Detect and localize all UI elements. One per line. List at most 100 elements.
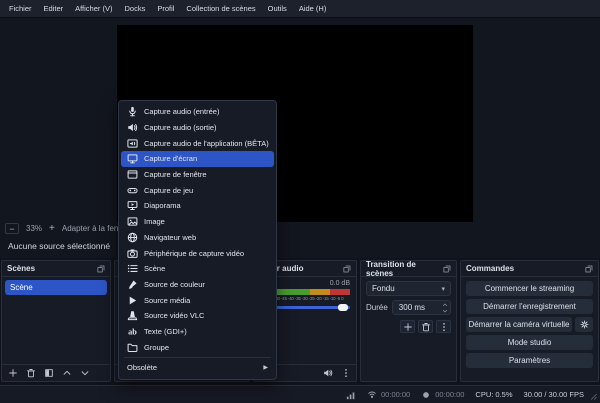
popout-icon[interactable]: [585, 265, 593, 273]
menu-item-label: Source de couleur: [144, 280, 205, 289]
spinner-arrows[interactable]: [442, 302, 448, 314]
obs-window: FichierEditerAfficher (V)DocksProfilColl…: [0, 0, 600, 403]
menu-item-groupe[interactable]: Groupe: [121, 339, 274, 355]
menubar-item-aide-h[interactable]: Aide (H): [293, 0, 333, 18]
virtual-camera-settings-button[interactable]: [575, 317, 593, 332]
plus-icon: [8, 368, 18, 378]
dock-area: Scènes Scène Sources Mixer audio 0.0 dB: [0, 260, 600, 383]
stream-time-group: 00:00:00: [367, 390, 410, 400]
speaker-icon: [323, 368, 333, 378]
menu-item-capture-de-jeu[interactable]: Capture de jeu: [121, 182, 274, 198]
menu-item-source-video-vlc[interactable]: Source vidéo VLC: [121, 308, 274, 324]
trash-button[interactable]: [418, 320, 433, 333]
stream-time: 00:00:00: [381, 390, 410, 399]
volume-slider-handle[interactable]: [338, 304, 348, 311]
fps-counter: 30.00 / 30.00 FPS: [524, 390, 584, 399]
menu-item-capture-audio-entree[interactable]: Capture audio (entrée): [121, 104, 274, 120]
speaker-button[interactable]: [320, 367, 335, 380]
scene-list: Scène: [2, 280, 110, 295]
dots-button[interactable]: [338, 367, 353, 380]
up-button[interactable]: [59, 367, 74, 380]
slideshow-icon: [127, 200, 138, 211]
globe-icon: [127, 232, 138, 243]
menubar-item-editer[interactable]: Editer: [38, 0, 70, 18]
menu-item-navigateur-web[interactable]: Navigateur web: [121, 230, 274, 246]
menu-item-capture-d-ecran[interactable]: Capture d'écran: [121, 151, 274, 167]
zoom-out-button[interactable]: −: [5, 223, 19, 234]
zoom-in-button[interactable]: +: [49, 223, 55, 234]
trash-icon: [421, 322, 431, 332]
demarrer-l-enregistrement-button[interactable]: Démarrer l'enregistrement: [466, 299, 593, 314]
scenes-toolbar: [2, 364, 110, 381]
menu-item-label: Capture de jeu: [144, 186, 193, 195]
menu-item-source-de-couleur[interactable]: Source de couleur: [121, 277, 274, 293]
trash-button[interactable]: [23, 367, 38, 380]
scene-list-item[interactable]: Scène: [5, 280, 107, 295]
popout-icon: [97, 265, 105, 273]
menu-item-diaporama[interactable]: Diaporama: [121, 198, 274, 214]
down-button[interactable]: [77, 367, 92, 380]
source-status-text: Aucune source sélectionné: [8, 241, 110, 251]
menubar-item-profil[interactable]: Profil: [151, 0, 180, 18]
grip-icon: [588, 391, 598, 401]
transition-selected-value: Fondu: [372, 284, 395, 293]
resize-grip-icon[interactable]: [588, 391, 598, 401]
menubar-item-docks[interactable]: Docks: [118, 0, 151, 18]
text-icon: ab: [127, 326, 138, 337]
menu-item-label: Texte (GDI+): [144, 327, 187, 336]
submenu-arrow-icon: ▶: [263, 364, 268, 371]
menu-item-peripherique-de-capture-video[interactable]: Périphérique de capture vidéo: [121, 245, 274, 261]
duration-label: Durée: [366, 303, 388, 312]
menu-item-source-media[interactable]: Source média: [121, 292, 274, 308]
demarrer-la-camera-virtuelle-button[interactable]: Démarrer la caméra virtuelle: [466, 317, 572, 332]
down-icon: [442, 308, 448, 314]
menubar-item-outils[interactable]: Outils: [262, 0, 293, 18]
popout-icon[interactable]: [343, 265, 351, 273]
menubar-item-fichier[interactable]: Fichier: [3, 0, 38, 18]
menu-item-label: Source vidéo VLC: [144, 311, 204, 320]
cpu-usage: CPU: 0.5%: [475, 390, 512, 399]
record-icon: [421, 390, 431, 400]
commencer-le-streaming-button[interactable]: Commencer le streaming: [466, 281, 593, 296]
popout-icon[interactable]: [443, 265, 451, 273]
popout-icon[interactable]: [97, 265, 105, 273]
menubar-item-afficher-v[interactable]: Afficher (V): [69, 0, 118, 18]
menu-item-scene[interactable]: Scène: [121, 261, 274, 277]
up-icon: [62, 368, 72, 378]
filter-button[interactable]: [41, 367, 56, 380]
mode-studio-button[interactable]: Mode studio: [466, 335, 593, 350]
gamepad-icon: [127, 185, 138, 196]
menu-item-label: Capture audio (sortie): [144, 123, 217, 132]
play-icon: [127, 295, 138, 306]
menu-item-capture-audio-sortie[interactable]: Capture audio (sortie): [121, 120, 274, 136]
dots-button[interactable]: [436, 320, 451, 333]
menu-item-label: Image: [144, 217, 165, 226]
popout-icon: [343, 265, 351, 273]
app-audio-icon: [127, 138, 138, 149]
plus-button[interactable]: [400, 320, 415, 333]
menu-item-image[interactable]: Image: [121, 214, 274, 230]
parametres-button[interactable]: Paramètres: [466, 353, 593, 368]
duration-spinner[interactable]: 300 ms: [392, 300, 451, 315]
mic-icon: [127, 106, 138, 117]
context-menu: Capture audio (entrée) Capture audio (sor…: [118, 100, 277, 380]
scenes-panel: Scènes Scène: [1, 260, 111, 382]
record-time: 00:00:00: [435, 390, 464, 399]
menu-item-label: Obsolète: [127, 363, 157, 372]
menu-item-obsolete[interactable]: Obsolète ▶: [121, 360, 274, 376]
signal-bars-icon: [346, 390, 356, 400]
menu-item-label: Diaporama: [144, 201, 181, 210]
down-icon: [80, 368, 90, 378]
gear-icon: [580, 320, 589, 329]
window-icon: [127, 169, 138, 180]
folder-icon: [127, 342, 138, 353]
transition-select[interactable]: Fondu ▾: [366, 281, 451, 296]
menubar-item-collection-de-scenes[interactable]: Collection de scènes: [180, 0, 261, 18]
menu-item-label: Scène: [144, 264, 165, 273]
menu-item-capture-de-fenetre[interactable]: Capture de fenêtre: [121, 167, 274, 183]
signal-icon: [346, 390, 356, 400]
plus-button[interactable]: [5, 367, 20, 380]
scene-transitions-panel: Transition de scènes Fondu ▾ Durée 300 m…: [360, 260, 457, 382]
menu-item-capture-audio-de-l-application-beta[interactable]: Capture audio de l'application (BÊTA): [121, 135, 274, 151]
menu-item-texte-gdi[interactable]: ab Texte (GDI+): [121, 324, 274, 340]
